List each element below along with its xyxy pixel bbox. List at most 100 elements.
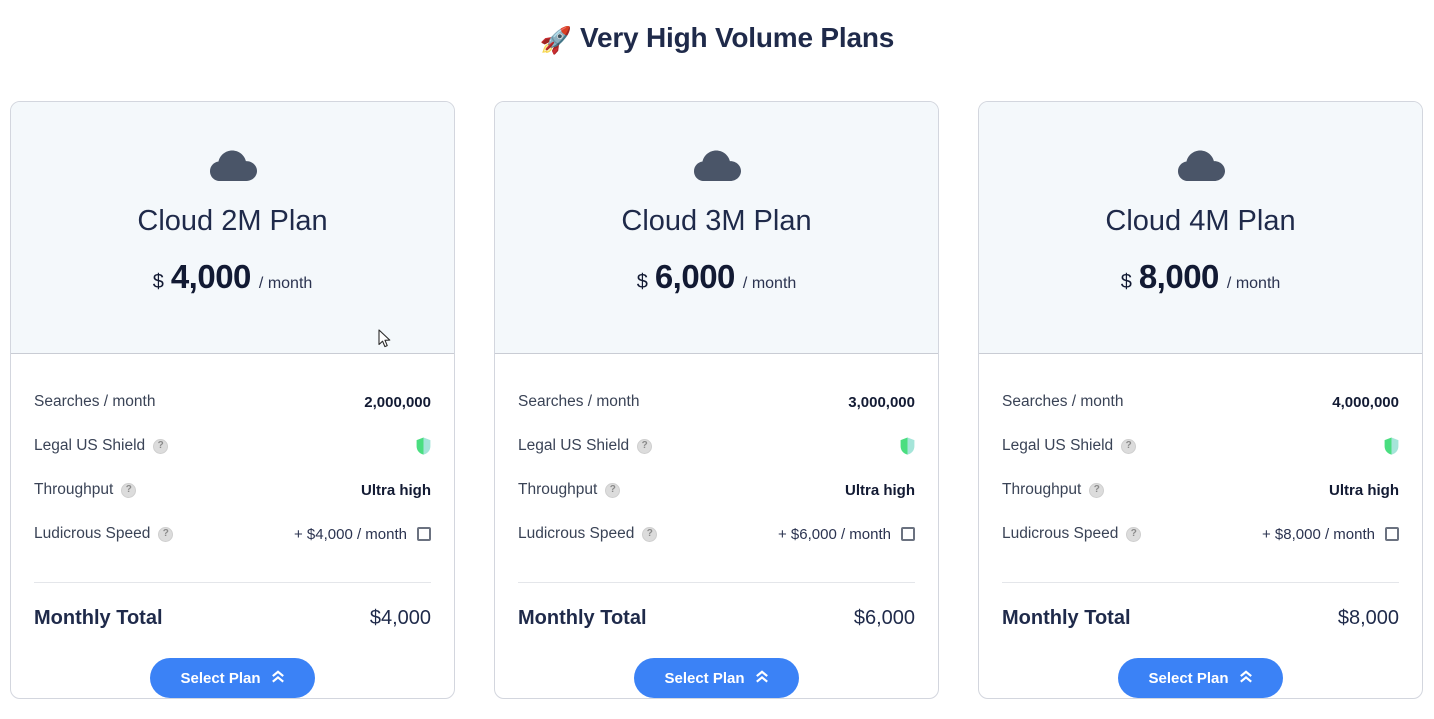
- feature-label: Legal US Shield ?: [518, 437, 653, 455]
- plan-card-cloud-4m: Cloud 4M Plan $ 8,000 / month Searches /…: [978, 101, 1423, 699]
- feature-row-throughput: Throughput ? Ultra high: [34, 468, 431, 512]
- chevron-double-up-icon: [755, 669, 769, 687]
- price-period: / month: [258, 274, 313, 292]
- feature-row-throughput: Throughput ? Ultra high: [1002, 468, 1399, 512]
- feature-value-searches: 3,000,000: [848, 393, 915, 411]
- ludicrous-speed-checkbox[interactable]: [1385, 527, 1399, 541]
- page-title-text: Very High Volume Plans: [580, 22, 895, 53]
- feature-value-ludicrous-speed: + $8,000 / month: [1262, 526, 1399, 543]
- feature-label: Searches / month: [34, 393, 156, 410]
- feature-label: Throughput ?: [34, 481, 137, 499]
- plan-card-header: Cloud 3M Plan $ 6,000 / month: [495, 102, 938, 354]
- select-plan-label: Select Plan: [1148, 669, 1229, 687]
- cloud-icon: [495, 140, 938, 190]
- feature-value-searches: 2,000,000: [364, 393, 431, 411]
- help-icon[interactable]: ?: [1089, 482, 1105, 498]
- feature-row-legal-shield: Legal US Shield ?: [1002, 424, 1399, 468]
- feature-row-searches: Searches / month 4,000,000: [1002, 380, 1399, 424]
- help-icon[interactable]: ?: [153, 438, 169, 454]
- monthly-total-value: $8,000: [1337, 607, 1399, 629]
- monthly-total-label: Monthly Total: [1002, 607, 1131, 629]
- addon-price: + $6,000 / month: [778, 525, 891, 543]
- help-icon[interactable]: ?: [1121, 438, 1137, 454]
- feature-row-legal-shield: Legal US Shield ?: [518, 424, 915, 468]
- help-icon[interactable]: ?: [642, 526, 658, 542]
- plan-price: $ 8,000 / month: [979, 258, 1422, 296]
- help-icon[interactable]: ?: [158, 526, 174, 542]
- plan-name: Cloud 3M Plan: [621, 205, 812, 237]
- cloud-icon: [11, 140, 454, 190]
- feature-label-text: Legal US Shield: [518, 437, 630, 454]
- help-icon[interactable]: ?: [637, 438, 653, 454]
- cta-container: Select Plan: [495, 630, 938, 698]
- feature-label: Throughput ?: [518, 481, 621, 499]
- ludicrous-speed-checkbox[interactable]: [901, 527, 915, 541]
- plan-cards-container: Cloud 2M Plan $ 4,000 / month Searches /…: [10, 101, 1424, 699]
- feature-value-ludicrous-speed: + $6,000 / month: [778, 526, 915, 543]
- feature-row-searches: Searches / month 3,000,000: [518, 380, 915, 424]
- cta-container: Select Plan: [11, 630, 454, 698]
- monthly-total-label: Monthly Total: [518, 607, 647, 629]
- plan-card-cloud-2m: Cloud 2M Plan $ 4,000 / month Searches /…: [10, 101, 455, 699]
- select-plan-button[interactable]: Select Plan: [150, 658, 315, 698]
- select-plan-button[interactable]: Select Plan: [1118, 658, 1283, 698]
- feature-value-throughput: Ultra high: [361, 481, 431, 499]
- feature-label: Ludicrous Speed ?: [518, 525, 658, 543]
- plan-name: Cloud 2M Plan: [137, 205, 328, 237]
- price-currency: $: [152, 270, 164, 293]
- plan-card-header: Cloud 2M Plan $ 4,000 / month: [11, 102, 454, 354]
- chevron-double-up-icon: [1239, 669, 1253, 687]
- feature-label-text: Throughput: [518, 481, 598, 498]
- price-amount: 4,000: [170, 257, 252, 295]
- feature-label: Legal US Shield ?: [34, 437, 169, 455]
- plan-name: Cloud 4M Plan: [1105, 205, 1296, 237]
- feature-label: Throughput ?: [1002, 481, 1105, 499]
- price-currency: $: [636, 270, 648, 293]
- help-icon[interactable]: ?: [605, 482, 621, 498]
- feature-label: Ludicrous Speed ?: [34, 525, 174, 543]
- feature-row-ludicrous-speed: Ludicrous Speed ? + $8,000 / month: [1002, 512, 1399, 556]
- help-icon[interactable]: ?: [121, 482, 137, 498]
- monthly-total-row: Monthly Total $6,000: [495, 583, 938, 630]
- addon-price: + $4,000 / month: [294, 525, 407, 543]
- feature-value-throughput: Ultra high: [845, 481, 915, 499]
- select-plan-button[interactable]: Select Plan: [634, 658, 799, 698]
- feature-label: Searches / month: [518, 393, 640, 410]
- cloud-icon: [979, 140, 1422, 190]
- plan-price: $ 6,000 / month: [495, 258, 938, 296]
- feature-value-ludicrous-speed: + $4,000 / month: [294, 526, 431, 543]
- price-period: / month: [742, 274, 797, 292]
- shield-icon: [1384, 437, 1399, 455]
- feature-row-legal-shield: Legal US Shield ?: [34, 424, 431, 468]
- feature-list: Searches / month 4,000,000 Legal US Shie…: [979, 354, 1422, 574]
- feature-label-text: Legal US Shield: [34, 437, 146, 454]
- feature-label: Legal US Shield ?: [1002, 437, 1137, 455]
- feature-value-throughput: Ultra high: [1329, 481, 1399, 499]
- feature-label-text: Ludicrous Speed: [518, 525, 635, 542]
- price-amount: 8,000: [1138, 257, 1220, 295]
- shield-icon: [416, 437, 431, 455]
- plan-card-cloud-3m: Cloud 3M Plan $ 6,000 / month Searches /…: [494, 101, 939, 699]
- feature-value-searches: 4,000,000: [1332, 393, 1399, 411]
- monthly-total-value: $6,000: [853, 607, 915, 629]
- price-period: / month: [1226, 274, 1281, 292]
- addon-price: + $8,000 / month: [1262, 525, 1375, 543]
- ludicrous-speed-checkbox[interactable]: [417, 527, 431, 541]
- monthly-total-row: Monthly Total $4,000: [11, 583, 454, 630]
- select-plan-label: Select Plan: [180, 669, 261, 687]
- select-plan-label: Select Plan: [664, 669, 745, 687]
- rocket-icon: 🚀: [539, 25, 573, 55]
- monthly-total-label: Monthly Total: [34, 607, 163, 629]
- price-currency: $: [1120, 270, 1132, 293]
- cta-container: Select Plan: [979, 630, 1422, 698]
- feature-label-text: Ludicrous Speed: [34, 525, 151, 542]
- help-icon[interactable]: ?: [1126, 526, 1142, 542]
- feature-label: Ludicrous Speed ?: [1002, 525, 1142, 543]
- feature-list: Searches / month 2,000,000 Legal US Shie…: [11, 354, 454, 574]
- page-title: 🚀 Very High Volume Plans: [0, 22, 1434, 56]
- feature-label-text: Throughput: [1002, 481, 1082, 498]
- shield-icon: [900, 437, 915, 455]
- feature-list: Searches / month 3,000,000 Legal US Shie…: [495, 354, 938, 574]
- feature-label-text: Ludicrous Speed: [1002, 525, 1119, 542]
- feature-row-searches: Searches / month 2,000,000: [34, 380, 431, 424]
